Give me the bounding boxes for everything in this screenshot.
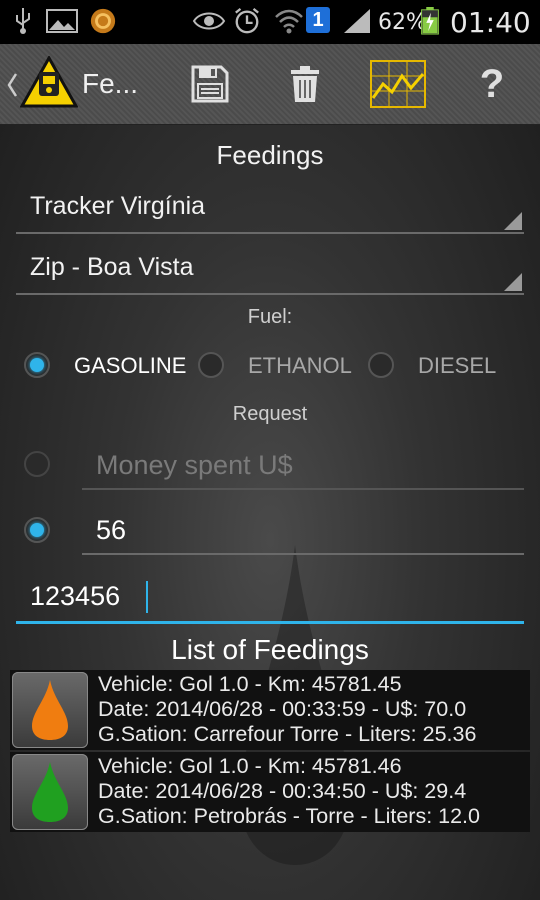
list-item-line-2: Date: 2014/06/28 - 00:34:50 - U$: 29.4: [98, 779, 467, 803]
alarm-icon: [235, 7, 259, 34]
image-icon: [46, 9, 78, 33]
app-title: Fe...: [82, 68, 139, 99]
vehicle-spinner-value: Tracker Virgínia: [30, 192, 206, 220]
delete-button[interactable]: [275, 54, 335, 114]
chart-icon: [370, 60, 426, 108]
vehicle-spinner[interactable]: Tracker Virgínia: [16, 182, 524, 234]
help-button[interactable]: ?: [462, 54, 522, 114]
sim-icon: 1: [306, 7, 330, 33]
save-button[interactable]: [180, 54, 240, 114]
trash-icon: [291, 66, 319, 102]
station-spinner-value: Zip - Boa Vista: [30, 253, 194, 281]
radio-gasoline-label[interactable]: GASOLINE: [74, 353, 186, 379]
fuel-thumbnail: [12, 754, 88, 830]
radio-diesel[interactable]: [368, 352, 394, 378]
clock: 01:40: [450, 6, 531, 39]
wifi-icon: [275, 9, 303, 34]
app-logo-icon[interactable]: [20, 56, 78, 110]
action-bar: Fe... ?: [0, 44, 540, 125]
list-heading: List of Feedings: [171, 634, 369, 665]
request-label: Request: [232, 403, 308, 425]
list-item-line-1: Vehicle: Gol 1.0 - Km: 45781.45: [98, 672, 402, 696]
page-title: Feedings: [216, 140, 324, 170]
usb-icon: [16, 8, 30, 34]
help-icon: ?: [479, 61, 505, 106]
list-item-line-2: Date: 2014/06/28 - 00:33:59 - U$: 70.0: [98, 697, 467, 721]
fuel-drop-icon: [32, 762, 68, 822]
radio-liters[interactable]: [24, 517, 50, 543]
sim-badge: 1: [312, 9, 324, 31]
km-input[interactable]: 123456: [16, 571, 524, 624]
eye-icon: [192, 12, 226, 30]
list-item-text: Vehicle: Gol 1.0 - Km: 45781.45 Date: 20…: [98, 672, 476, 747]
text-cursor: [146, 581, 148, 613]
liters-input[interactable]: 56: [82, 505, 524, 555]
save-icon: [191, 65, 229, 103]
radio-money[interactable]: [24, 451, 50, 477]
km-value: 123456: [30, 581, 121, 611]
signal-icon: [344, 9, 370, 33]
radio-ethanol-label[interactable]: ETHANOL: [248, 353, 352, 379]
battery-icon: [421, 7, 439, 35]
radio-gasoline[interactable]: [24, 352, 50, 378]
list-item-text: Vehicle: Gol 1.0 - Km: 45781.46 Date: 20…: [98, 754, 480, 829]
fuel-drop-icon: [32, 680, 68, 740]
drop-shape: [32, 680, 68, 740]
fuel-label: Fuel:: [247, 306, 293, 328]
sync-icon: [90, 8, 116, 34]
list-item[interactable]: Vehicle: Gol 1.0 - Km: 45781.45 Date: 20…: [10, 670, 530, 750]
drop-shape: [32, 762, 68, 822]
money-spent-placeholder: Money spent U$: [96, 450, 293, 480]
radio-diesel-label[interactable]: DIESEL: [418, 353, 496, 379]
list-item-line-3: G.Sation: Carrefour Torre - Liters: 25.3…: [98, 722, 477, 746]
spinner-arrow-icon: [504, 212, 522, 230]
station-spinner[interactable]: Zip - Boa Vista: [16, 243, 524, 295]
status-bar: 1 62% 01:40: [0, 0, 540, 44]
list-item-line-3: G.Sation: Petrobrás - Torre - Liters: 12…: [98, 804, 480, 828]
chart-button[interactable]: [368, 54, 428, 114]
radio-ethanol[interactable]: [198, 352, 224, 378]
fuel-thumbnail: [12, 672, 88, 748]
money-spent-input[interactable]: Money spent U$: [82, 440, 524, 490]
list-item[interactable]: Vehicle: Gol 1.0 - Km: 45781.46 Date: 20…: [10, 752, 530, 832]
list-item-line-1: Vehicle: Gol 1.0 - Km: 45781.46: [98, 754, 402, 778]
liters-value: 56: [96, 515, 127, 545]
spinner-arrow-icon: [504, 273, 522, 291]
back-icon[interactable]: [6, 72, 18, 98]
